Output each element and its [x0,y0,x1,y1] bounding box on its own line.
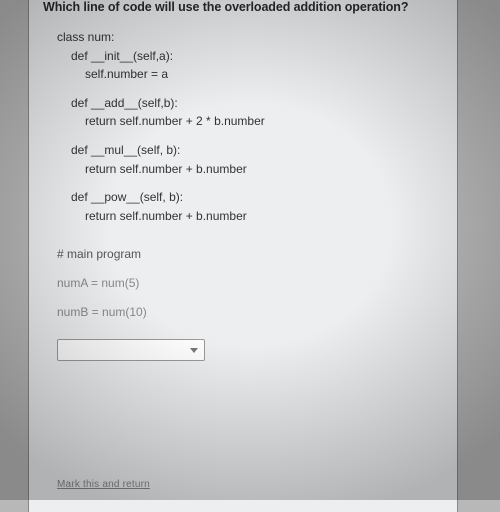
code-line: def __init__(self,a): [57,47,457,66]
code-line: def __add__(self,b): [57,94,457,113]
question-heading: Which line of code will use the overload… [29,0,457,18]
worksheet-page: Which line of code will use the overload… [28,0,458,512]
answer-select[interactable] [57,339,205,361]
code-line: def __mul__(self, b): [57,141,457,160]
code-line: numB = num(10) [57,303,457,322]
mark-return-link[interactable]: Mark this and return [57,479,150,490]
code-line: numA = num(5) [57,274,457,293]
answer-select-wrap [57,339,457,361]
code-line: def __pow__(self, b): [57,188,457,207]
code-line: class num: [57,28,457,47]
code-block: class num: def __init__(self,a): self.nu… [29,18,457,321]
chevron-down-icon [190,348,198,353]
code-line: return self.number + 2 * b.number [57,112,457,131]
code-line: return self.number + b.number [57,207,457,226]
code-line: return self.number + b.number [57,160,457,179]
code-line: self.number = a [57,65,457,84]
code-comment: # main program [57,245,457,264]
